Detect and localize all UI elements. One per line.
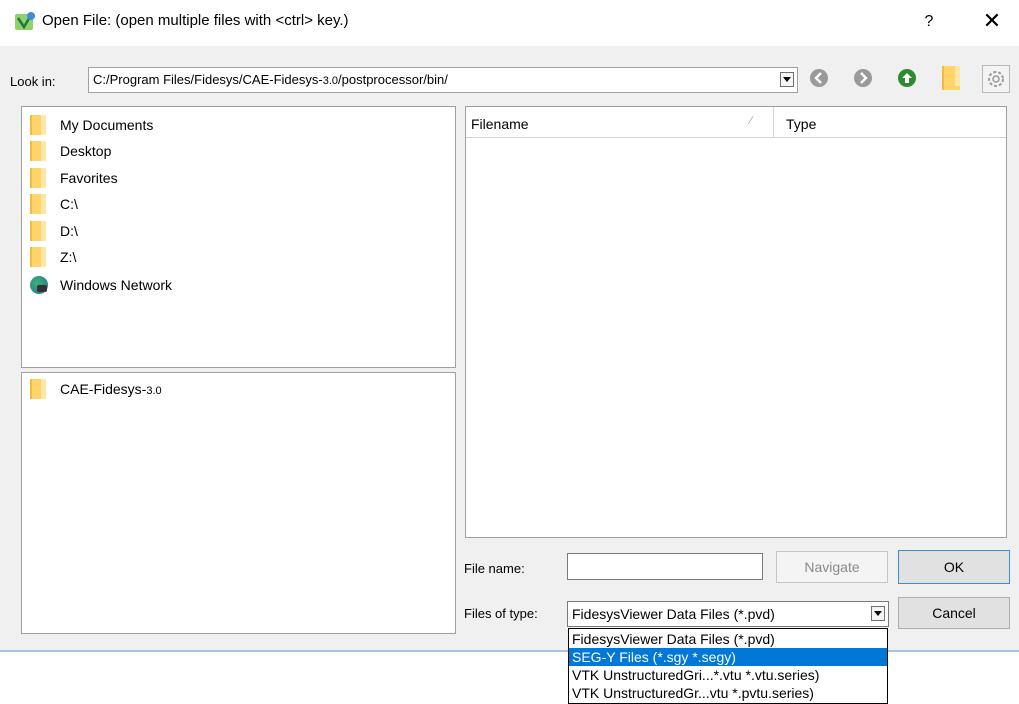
folder-icon (30, 115, 46, 135)
files-of-type-select[interactable]: FidesysViewer Data Files (*.pvd) (567, 601, 889, 627)
recent-folders-list[interactable]: CAE-Fidesys-3.0 (21, 372, 456, 634)
look-in-label: Look in: (10, 74, 56, 89)
column-header-filename[interactable]: Filename ⁄ (466, 107, 774, 137)
sidebar-item-label: C:\ (60, 196, 78, 212)
network-globe-icon (30, 276, 48, 294)
files-of-type-value: FidesysViewer Data Files (*.pvd) (572, 606, 775, 622)
list-item-label: CAE-Fidesys-3.0 (60, 381, 162, 397)
up-arrow-icon (898, 69, 916, 87)
folder-icon (30, 221, 46, 241)
column-label: Filename (471, 116, 529, 132)
navigate-button[interactable]: Navigate (776, 551, 888, 583)
window-title: Open File: (open multiple files with <ct… (42, 12, 349, 29)
close-button[interactable]: ✕ (972, 8, 1012, 36)
sort-indicator-icon: ⁄ (750, 115, 752, 127)
back-button[interactable] (808, 67, 832, 91)
new-folder-icon (942, 66, 960, 90)
dropdown-option[interactable]: VTK UnstructuredGr...vtu *.pvtu.series) (569, 684, 887, 702)
sidebar-item-label: D:\ (60, 223, 78, 239)
sidebar-item-label: My Documents (60, 117, 154, 133)
column-label: Type (786, 116, 817, 132)
folder-icon (30, 194, 46, 214)
sidebar-item-label: Desktop (60, 143, 112, 159)
chevron-down-icon[interactable] (871, 606, 885, 621)
cancel-button[interactable]: Cancel (898, 597, 1010, 629)
folder-icon (30, 247, 46, 267)
file-type-dropdown-list[interactable]: FidesysViewer Data Files (*.pvd) SEG-Y F… (568, 628, 888, 704)
file-name-input[interactable] (567, 553, 763, 580)
sidebar-item-z-drive[interactable]: Z:\ (30, 245, 76, 269)
file-list-header: Filename ⁄ Type (466, 107, 1006, 138)
forward-button[interactable] (852, 67, 876, 91)
file-name-label: File name: (464, 561, 525, 576)
help-button[interactable]: ? (914, 8, 944, 36)
look-in-path: C:/Program Files/Fidesys/CAE-Fidesys-3.0… (93, 72, 448, 87)
dropdown-option[interactable]: VTK UnstructuredGri...*.vtu *.vtu.series… (569, 666, 887, 684)
chevron-down-icon[interactable] (780, 72, 794, 87)
app-logo-icon (14, 10, 36, 32)
list-item[interactable]: CAE-Fidesys-3.0 (30, 377, 162, 401)
back-arrow-icon (810, 69, 828, 87)
places-sidebar[interactable]: My Documents Desktop Favorites C:\ D:\ Z… (21, 106, 456, 368)
ok-button[interactable]: OK (898, 550, 1010, 584)
sidebar-item-windows-network[interactable]: Windows Network (30, 273, 172, 297)
detail-view-button[interactable] (982, 65, 1010, 93)
parent-directory-button[interactable] (896, 67, 920, 91)
file-list[interactable]: Filename ⁄ Type (465, 106, 1007, 538)
sidebar-item-label: Z:\ (60, 249, 77, 265)
files-of-type-label: Files of type: (464, 606, 538, 621)
new-folder-button[interactable] (942, 66, 962, 92)
dropdown-option[interactable]: FidesysViewer Data Files (*.pvd) (569, 630, 887, 648)
gear-icon (988, 71, 1004, 87)
folder-icon (30, 141, 46, 161)
look-in-combo[interactable]: C:/Program Files/Fidesys/CAE-Fidesys-3.0… (88, 67, 798, 93)
folder-icon (30, 379, 46, 399)
sidebar-item-c-drive[interactable]: C:\ (30, 192, 78, 216)
sidebar-item-favorites[interactable]: Favorites (30, 166, 118, 190)
sidebar-item-my-documents[interactable]: My Documents (30, 113, 153, 137)
folder-icon (30, 168, 46, 188)
sidebar-item-d-drive[interactable]: D:\ (30, 219, 78, 243)
forward-arrow-icon (854, 69, 872, 87)
column-header-type[interactable]: Type (776, 107, 1006, 137)
sidebar-item-label: Favorites (60, 170, 118, 186)
sidebar-item-label: Windows Network (60, 277, 173, 293)
sidebar-item-desktop[interactable]: Desktop (30, 139, 111, 163)
dropdown-option-selected[interactable]: SEG-Y Files (*.sgy *.segy) (569, 648, 887, 666)
